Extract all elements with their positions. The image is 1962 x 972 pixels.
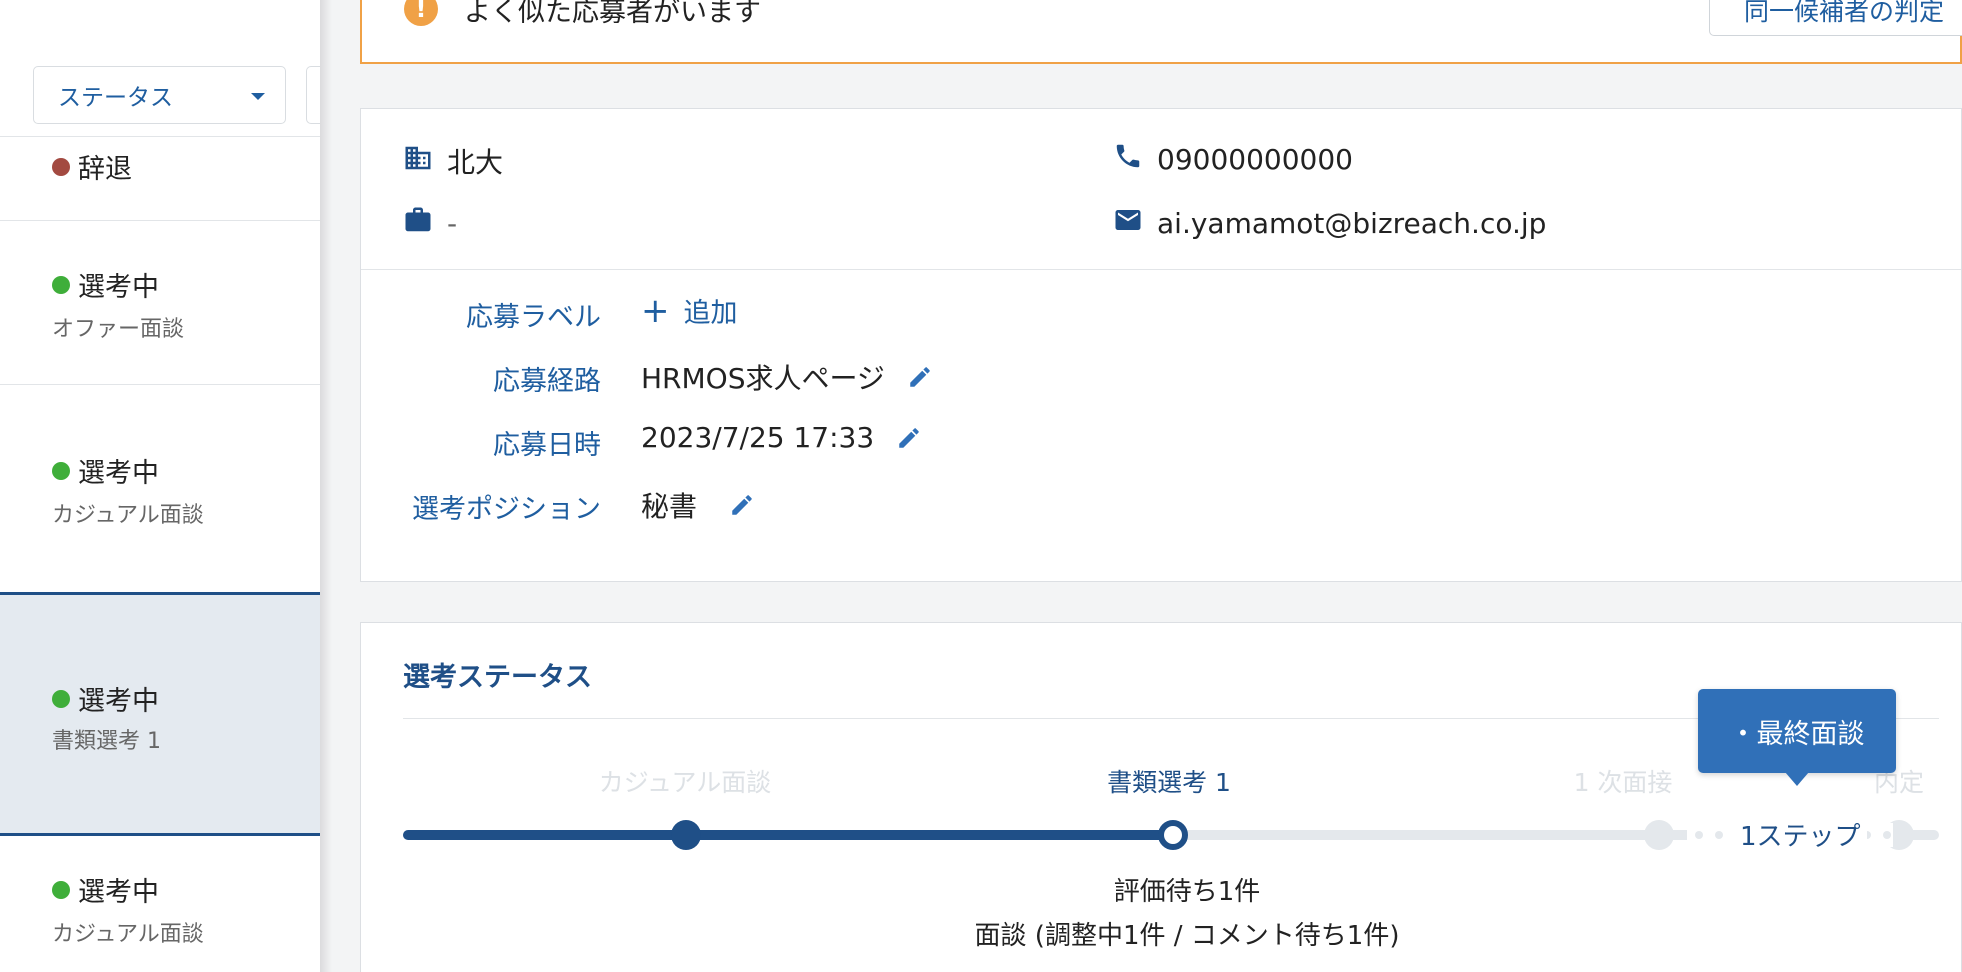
envelope-icon <box>1113 205 1157 242</box>
selection-status-card: 選考ステータス カジュアル面談 書類選考 1 1 次面接 内定 1ステップ ・最… <box>360 622 1962 972</box>
status-text: 選考中 <box>78 272 159 303</box>
briefcase-icon <box>403 205 447 242</box>
selection-position-label: 選考ポジション <box>412 494 601 525</box>
status-text: 辞退 <box>78 154 132 185</box>
step-node-casual[interactable] <box>671 820 701 850</box>
company-row: - <box>403 205 457 242</box>
add-label-link[interactable]: + 追加 <box>641 291 738 330</box>
skipped-steps-label[interactable]: 1ステップ <box>1734 816 1867 853</box>
status-line: 選考中 <box>52 870 159 909</box>
application-label-label: 応募ラベル <box>466 302 601 333</box>
section-title: 選考ステータス <box>403 662 592 693</box>
stage-text: カジュアル面談 <box>52 922 204 947</box>
alert-message: よく似た応募者がいます <box>464 0 761 28</box>
active-status-dot-icon <box>52 461 70 480</box>
status-filter-label: ステータス <box>58 85 173 111</box>
applicant-detail-panel: ! よく似た応募者がいます 同一候補者の判定 北大 - 09000000000 <box>320 0 1962 972</box>
step-label-casual: カジュアル面談 <box>598 768 772 797</box>
email-address[interactable]: ai.yamamot@bizreach.co.jp <box>1157 207 1546 240</box>
panel-shadow <box>320 0 332 972</box>
chevron-down-icon <box>251 93 265 100</box>
divider <box>361 269 1961 270</box>
active-status-dot-icon <box>52 880 70 899</box>
evaluation-pending-text[interactable]: 評価待ち1件 <box>1114 871 1261 908</box>
application-route-label: 応募経路 <box>493 366 601 397</box>
warning-icon: ! <box>404 0 438 26</box>
list-item[interactable]: 選考中 カジュアル面談 <box>0 836 320 972</box>
selection-position-value: 秘書 <box>641 490 698 523</box>
status-text: 選考中 <box>78 686 159 717</box>
add-label-text: 追加 <box>683 298 738 329</box>
list-item[interactable]: 選考中 カジュアル面談 <box>0 384 320 594</box>
skipped-step-tooltip: ・最終面談 <box>1698 689 1896 786</box>
application-route-value-row: HRMOS求人ページ <box>641 357 933 397</box>
list-item[interactable]: 辞退 <box>0 136 320 220</box>
company-name: - <box>447 207 458 240</box>
school-row: 北大 <box>403 141 503 181</box>
skip-dot <box>1695 831 1703 839</box>
similar-applicant-alert: ! よく似た応募者がいます 同一候補者の判定 <box>360 0 1962 64</box>
status-filter-dropdown[interactable]: ステータス <box>33 66 286 124</box>
status-text: 選考中 <box>78 458 159 489</box>
application-route-value: HRMOS求人ページ <box>641 362 885 395</box>
list-item-selected[interactable]: 選考中 書類選考 1 <box>0 592 320 836</box>
selection-position-value-row: 秘書 <box>641 485 755 525</box>
status-line: 選考中 <box>52 451 159 490</box>
phone-row: 09000000000 <box>1113 141 1353 178</box>
application-date-value: 2023/7/25 17:33 <box>641 421 875 454</box>
application-date-label: 応募日時 <box>493 430 601 461</box>
stage-text: カジュアル面談 <box>52 503 204 528</box>
skip-dot <box>1715 831 1723 839</box>
step-label-first-interview: 1 次面接 <box>1573 768 1673 797</box>
declined-status-dot-icon <box>52 157 70 176</box>
judge-same-candidate-button[interactable]: 同一候補者の判定 <box>1709 0 1962 36</box>
meeting-status-text[interactable]: 面談 (調整中1件 / コメント待ち1件) <box>975 915 1400 952</box>
status-line: 選考中 <box>52 265 159 304</box>
application-date-value-row: 2023/7/25 17:33 <box>641 421 922 454</box>
candidate-info-card: 北大 - 09000000000 ai.yamamot@bizreach.co.… <box>360 108 1962 582</box>
pencil-icon[interactable] <box>907 364 933 390</box>
step-label-document: 書類選考 1 <box>1107 768 1231 797</box>
status-line: 辞退 <box>52 147 132 186</box>
pencil-icon[interactable] <box>729 492 755 518</box>
plus-icon: + <box>641 290 670 331</box>
step-node-first-interview[interactable] <box>1644 820 1674 850</box>
stage-text: オファー面談 <box>52 317 185 342</box>
progress-fill <box>403 830 1187 840</box>
status-line: 選考中 <box>52 679 159 718</box>
building-icon <box>403 143 447 180</box>
list-item[interactable]: 選考中 オファー面談 <box>0 220 320 384</box>
skip-dot <box>1883 831 1891 839</box>
step-node-document[interactable] <box>1158 820 1188 850</box>
school-name: 北大 <box>447 146 504 179</box>
applicant-list-pane: ステータス 辞退 選考中 オファー面談 選考中 カジュアル面談 選考中 書類選考… <box>0 0 336 972</box>
phone-number[interactable]: 09000000000 <box>1157 143 1353 176</box>
active-status-dot-icon <box>52 689 70 708</box>
active-status-dot-icon <box>52 275 70 294</box>
pencil-icon[interactable] <box>896 425 922 451</box>
stage-text: 書類選考 1 <box>52 729 161 754</box>
phone-icon <box>1113 141 1157 178</box>
status-text: 選考中 <box>78 877 159 908</box>
email-row: ai.yamamot@bizreach.co.jp <box>1113 205 1546 242</box>
